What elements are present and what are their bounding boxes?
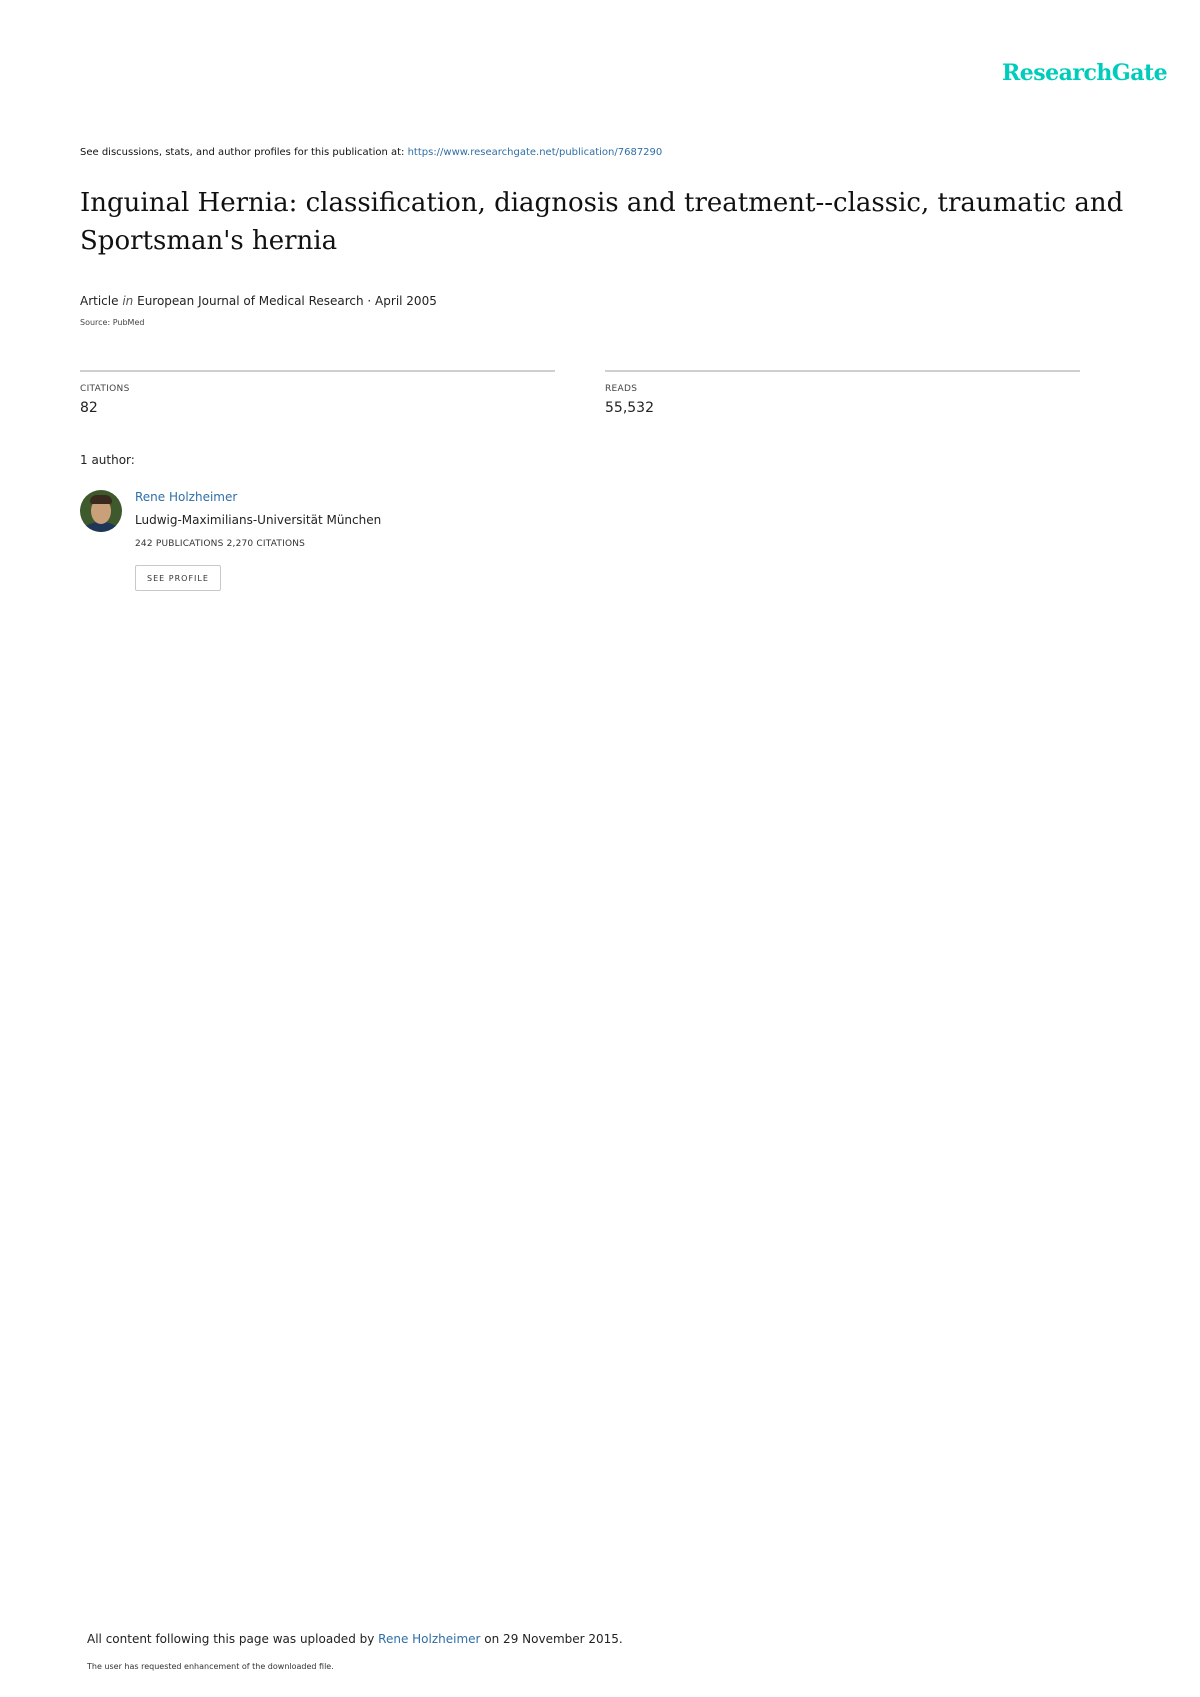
publication-link[interactable]: https://www.researchgate.net/publication… [408,147,663,158]
researchgate-logo[interactable]: ResearchGate [1002,60,1168,86]
author-stats: 242 PUBLICATIONS 2,270 CITATIONS [135,539,306,549]
enhancement-note: The user has requested enhancement of th… [87,1662,334,1671]
publication-source: Source: PubMed [80,318,145,327]
upload-note: All content following this page was uplo… [87,1632,623,1646]
publication-title: Inguinal Hernia: classification, diagnos… [80,188,1124,256]
author-affiliation: Ludwig-Maximilians-Universität München [135,513,382,527]
journal-date: European Journal of Medical Research · A… [137,294,437,308]
discussion-prefix: See discussions, stats, and author profi… [80,147,408,158]
citations-count: 82 [80,400,98,416]
upload-prefix: All content following this page was uplo… [87,1632,379,1646]
reads-count: 55,532 [605,400,654,416]
author-name-link[interactable]: Rene Holzheimer [135,490,237,504]
avatar-hair [90,495,112,504]
citations-divider [80,370,555,372]
upload-suffix: on 29 November 2015. [480,1632,623,1646]
reads-divider [605,370,1080,372]
citations-label: CITATIONS [80,384,130,394]
authors-heading: 1 author: [80,453,135,467]
reads-label: READS [605,384,638,394]
in-label: in [122,294,134,308]
discussion-line: See discussions, stats, and author profi… [80,147,662,158]
uploader-link[interactable]: Rene Holzheimer [378,1632,480,1646]
publication-type: Article [80,294,119,308]
publication-meta: Article in European Journal of Medical R… [80,294,437,308]
see-profile-button[interactable]: SEE PROFILE [135,565,221,591]
author-avatar[interactable] [80,490,122,532]
